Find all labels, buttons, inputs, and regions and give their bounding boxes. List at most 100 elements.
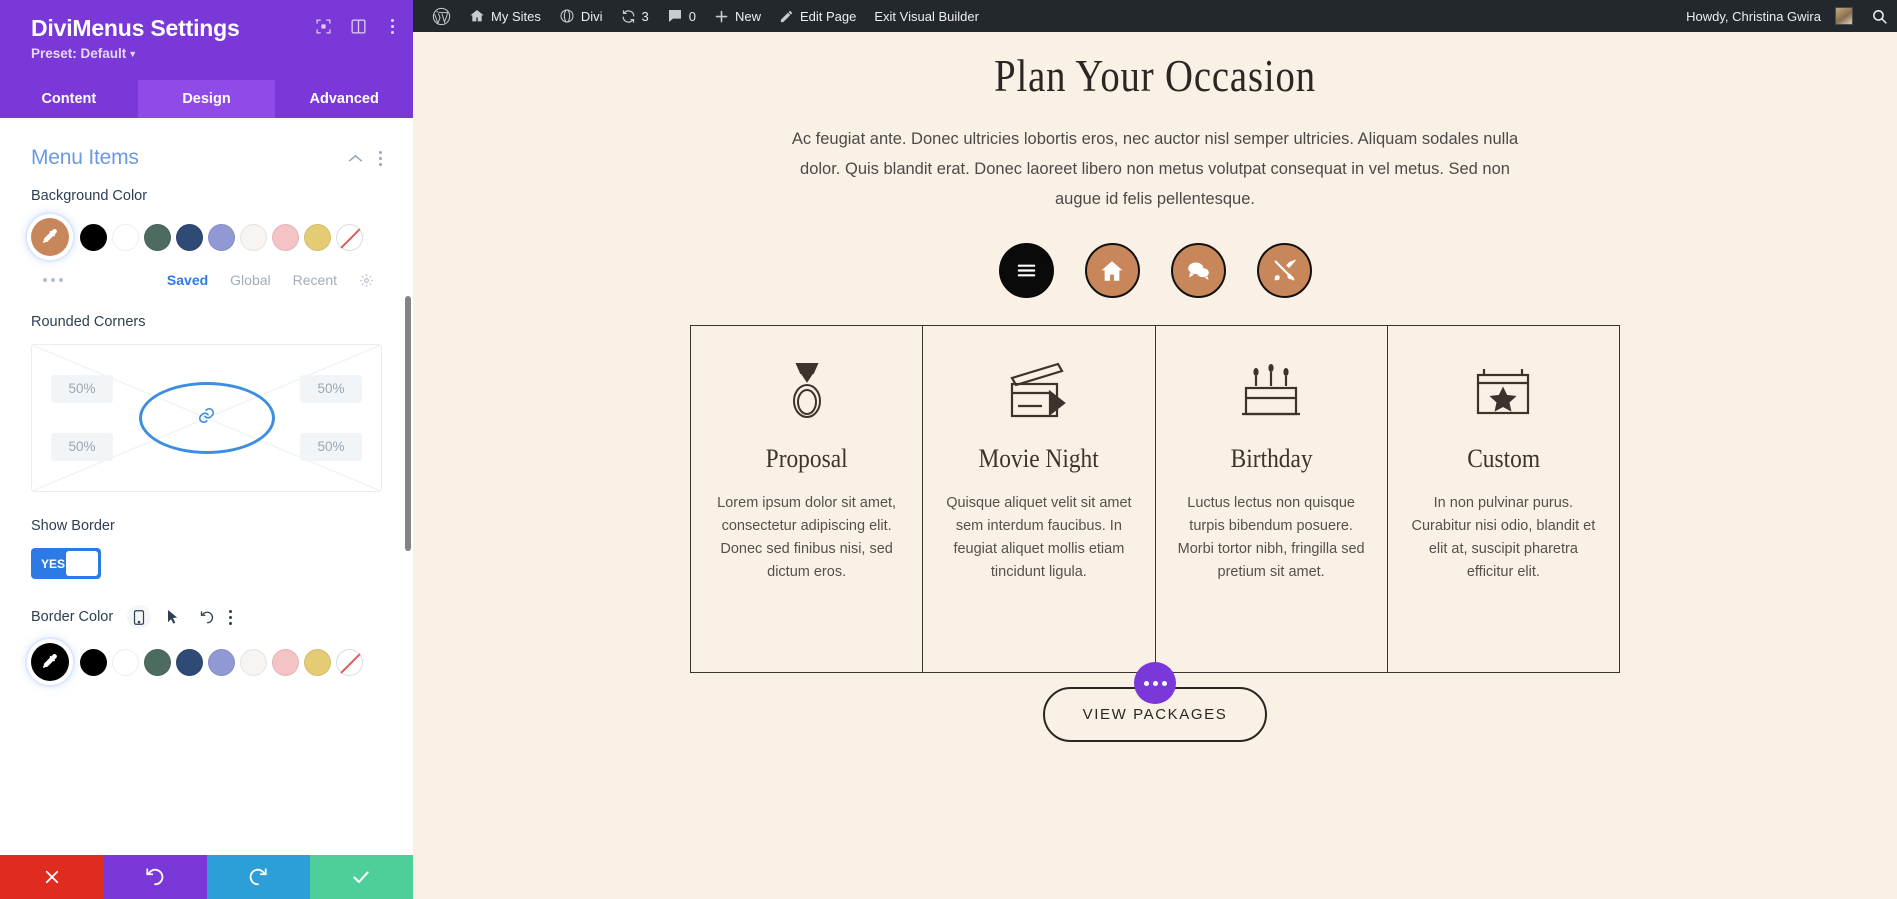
card-birthday[interactable]: Birthday Luctus lectus non quisque turpi… [1156, 326, 1388, 672]
tools-button[interactable] [1256, 243, 1312, 298]
chevron-down-icon: ▼ [128, 49, 138, 59]
more-options-icon[interactable] [385, 19, 399, 34]
ring-icon [713, 352, 900, 430]
settings-footer [0, 855, 413, 899]
search-icon[interactable] [1862, 0, 1897, 32]
focus-icon[interactable] [315, 18, 332, 35]
card-text: Quisque aliquet velit sit amet sem inter… [946, 495, 1132, 580]
tab-design[interactable]: Design [137, 80, 276, 118]
settings-tabs: Content Design Advanced [0, 80, 413, 118]
cursor-icon[interactable] [161, 605, 185, 629]
chevron-up-icon[interactable] [348, 150, 363, 166]
swatch-navy[interactable] [176, 223, 203, 251]
swatch-tab-global[interactable]: Global [230, 272, 270, 288]
rounded-corners-label-row: Rounded Corners [31, 314, 382, 330]
admin-bar-my-sites[interactable]: My Sites [460, 0, 550, 32]
preset-selector[interactable]: Preset: Default ▼ [31, 46, 137, 61]
clapperboard-icon [945, 352, 1132, 430]
admin-bar-divi[interactable]: Divi [550, 0, 612, 32]
chat-button[interactable] [1170, 243, 1226, 298]
preview-heading: Plan Your Occasion [994, 51, 1316, 101]
card-title: Proposal [765, 444, 848, 473]
tab-content[interactable]: Content [0, 80, 138, 118]
swatch-tab-saved[interactable]: Saved [167, 272, 208, 288]
section-menu-items-header: Menu Items [31, 118, 382, 188]
card-title: Movie Night [978, 444, 1099, 473]
corner-bottom-left-input[interactable]: 50% [51, 433, 113, 461]
corner-top-left-input[interactable]: 50% [51, 375, 113, 403]
card-text: In non pulvinar purus. Curabitur nisi od… [1411, 495, 1596, 580]
admin-bar-howdy-label: Howdy, Christina Gwira [1686, 8, 1821, 24]
swatch-black[interactable] [80, 648, 107, 676]
swatch-transparent[interactable] [336, 223, 363, 251]
swatch-black[interactable] [80, 223, 107, 251]
admin-bar-new-label: New [734, 8, 761, 24]
more-options-icon[interactable] [379, 150, 382, 166]
swatch-offwhite[interactable] [240, 648, 267, 676]
swatch-white[interactable] [112, 223, 139, 251]
swatch-navy[interactable] [176, 648, 203, 676]
more-swatches-icon[interactable] [43, 278, 63, 282]
admin-bar-comments-count: 0 [688, 8, 696, 24]
redo-button[interactable] [206, 855, 310, 899]
card-movie-night[interactable]: Movie Night Quisque aliquet velit sit am… [923, 326, 1156, 672]
rounded-corners-label: Rounded Corners [31, 314, 146, 330]
admin-bar-exit-label: Exit Visual Builder [874, 8, 979, 24]
admin-bar-updates[interactable]: 3 [612, 0, 658, 32]
show-border-toggle[interactable]: YES [31, 548, 101, 579]
swatch-pink[interactable] [272, 648, 299, 676]
undo-button[interactable] [103, 855, 207, 899]
admin-bar-edit-page[interactable]: Edit Page [770, 0, 865, 32]
avatar [1835, 7, 1853, 25]
wordpress-logo-icon[interactable] [423, 0, 460, 32]
birthday-cake-icon [1178, 352, 1365, 430]
admin-bar-account[interactable]: Howdy, Christina Gwira [1677, 0, 1862, 32]
border-color-selected-swatch[interactable] [31, 643, 69, 681]
rounded-corners-control[interactable]: 50% 50% 50% 50% [31, 344, 382, 492]
eyedropper-icon [42, 229, 57, 244]
background-color-selected-swatch[interactable] [31, 218, 69, 256]
layout-icon[interactable] [350, 18, 367, 35]
preview-paragraph: Ac feugiat ante. Donec ultricies loborti… [791, 130, 1519, 208]
background-color-label-row: Background Color [31, 188, 382, 204]
cancel-button[interactable] [0, 855, 104, 899]
gear-icon[interactable] [359, 273, 374, 288]
more-options-icon[interactable] [229, 609, 233, 625]
save-button[interactable] [309, 855, 413, 899]
mobile-icon[interactable] [127, 605, 152, 629]
admin-bar-new[interactable]: New [705, 0, 770, 32]
swatch-offwhite[interactable] [240, 223, 267, 251]
swatch-green[interactable] [144, 648, 171, 676]
hamburger-menu-button[interactable] [998, 243, 1054, 298]
reset-icon[interactable] [195, 605, 219, 629]
card-text: Lorem ipsum dolor sit amet, consectetur … [717, 495, 897, 580]
swatch-white[interactable] [112, 648, 139, 676]
swatch-tab-recent[interactable]: Recent [293, 272, 337, 288]
swatch-transparent[interactable] [336, 648, 363, 676]
module-settings-button[interactable] [1134, 662, 1176, 704]
background-color-label: Background Color [31, 188, 148, 204]
swatch-green[interactable] [144, 223, 171, 251]
swatch-gold[interactable] [304, 648, 331, 676]
card-title: Birthday [1230, 444, 1313, 473]
home-button[interactable] [1084, 243, 1140, 298]
card-proposal[interactable]: Proposal Lorem ipsum dolor sit amet, con… [691, 326, 924, 672]
preset-label: Preset: Default [31, 46, 127, 61]
tab-advanced[interactable]: Advanced [275, 80, 413, 118]
star-gift-icon [1410, 352, 1597, 430]
swatch-gold[interactable] [304, 223, 331, 251]
settings-panel-header: DiviMenus Settings Preset: Default ▼ [0, 0, 413, 80]
admin-bar-exit-visual-builder[interactable]: Exit Visual Builder [865, 0, 988, 32]
card-custom[interactable]: Custom In non pulvinar purus. Curabitur … [1388, 326, 1619, 672]
corner-top-right-input[interactable]: 50% [300, 375, 362, 403]
swatch-periwinkle[interactable] [208, 223, 235, 251]
corner-bottom-right-input[interactable]: 50% [300, 433, 362, 461]
wordpress-admin-bar: My Sites Divi 3 0 New Edit Page Exit Vis… [413, 0, 1897, 32]
admin-bar-comments[interactable]: 0 [658, 0, 705, 32]
show-border-label-row: Show Border [31, 518, 382, 534]
link-icon[interactable] [197, 406, 216, 430]
swatch-pink[interactable] [272, 223, 299, 251]
settings-scrollbar[interactable] [405, 296, 411, 551]
swatch-periwinkle[interactable] [208, 648, 235, 676]
admin-bar-updates-count: 3 [641, 8, 649, 24]
